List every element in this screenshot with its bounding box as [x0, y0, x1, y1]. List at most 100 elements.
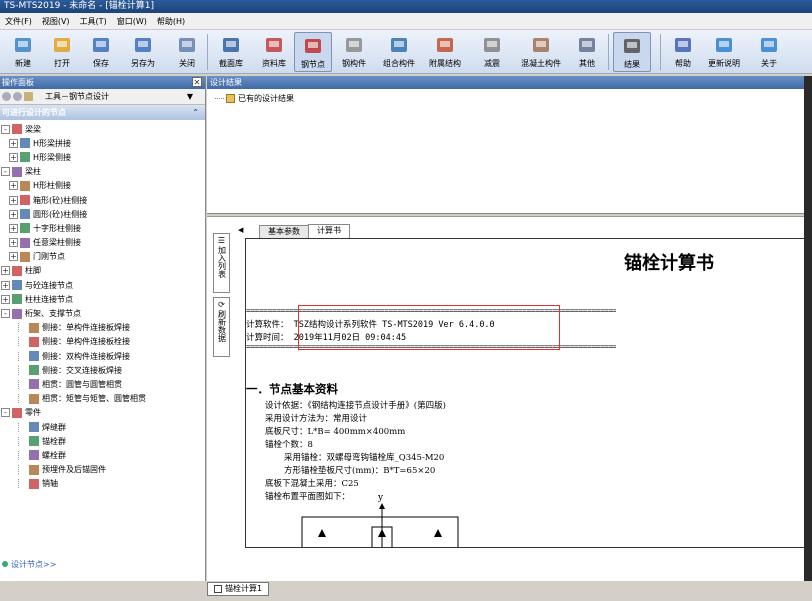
link-icon — [2, 561, 8, 567]
forward-icon[interactable] — [13, 92, 22, 101]
menu-view[interactable]: 视图(V) — [37, 13, 75, 30]
tree-item[interactable]: + H形梁拼接 — [0, 136, 205, 150]
toolbar-steel-member-button[interactable]: 钢构件 — [335, 32, 373, 72]
toolbar-saveas-button[interactable]: 另存为 — [124, 32, 162, 72]
collapse-icon[interactable]: - — [1, 309, 10, 319]
section-heading: 一．节点基本资料 — [246, 382, 338, 396]
toolbar-concrete-button[interactable]: 混凝土构件 — [515, 32, 567, 72]
toolbar-label: 钢构件 — [342, 59, 366, 68]
menu-window[interactable]: 窗口(W) — [112, 13, 152, 30]
node-type-icon — [20, 180, 30, 191]
tree-item[interactable]: + 圆形(砼)柱侧接 — [0, 207, 205, 221]
tree-item[interactable]: - 桁架、支撑节点 — [0, 306, 205, 320]
expand-icon[interactable]: + — [9, 209, 18, 219]
menu-help[interactable]: 帮助(H) — [152, 13, 190, 30]
tree-line — [18, 479, 27, 489]
tab-basic-params[interactable]: 基本参数 — [259, 225, 309, 238]
node-type-icon — [12, 308, 22, 319]
tree-item[interactable]: 螺栓群 — [0, 448, 205, 462]
tree-item[interactable]: 预埋件及后锚固件 — [0, 463, 205, 477]
tree-item[interactable]: 焊缝群 — [0, 420, 205, 434]
add-to-list-button[interactable]: ☰ 加入列表 — [213, 233, 230, 293]
expand-icon[interactable]: + — [9, 195, 18, 205]
expand-icon[interactable]: + — [9, 223, 18, 233]
tree-item[interactable]: 侧接：交叉连接板焊接 — [0, 363, 205, 377]
menu-file[interactable]: 文件(F) — [0, 13, 37, 30]
tree-item-label: 柱脚 — [25, 266, 41, 276]
toolbar-result-button[interactable]: 结果 — [613, 32, 651, 72]
body-line: 采用锚栓：双螺母弯钩锚栓库_Q345-M20 — [284, 453, 445, 463]
toolbar-help-button[interactable]: 帮助 — [664, 32, 702, 72]
toolbar-attached-button[interactable]: 附属结构 — [426, 32, 464, 72]
expand-icon[interactable]: + — [9, 152, 18, 162]
node-type-icon — [20, 237, 30, 248]
node-type-icon — [29, 365, 39, 376]
tree-item-label: 门刚节点 — [33, 252, 65, 262]
toolbar-about-button[interactable]: 关于 — [750, 32, 788, 72]
node-type-icon — [12, 407, 22, 418]
node-type-icon — [12, 124, 22, 135]
expand-icon[interactable]: + — [9, 238, 18, 248]
node-type-icon — [29, 322, 39, 333]
collapse-icon[interactable]: - — [1, 124, 10, 134]
toolbar-label: 附属结构 — [429, 59, 461, 68]
refresh-data-button[interactable]: ⟳ 刷新数据 — [213, 297, 230, 357]
expand-icon[interactable]: + — [1, 294, 10, 304]
menu-tools[interactable]: 工具(T) — [75, 13, 112, 30]
toolbar-new-button[interactable]: 新建 — [4, 32, 42, 72]
expand-icon[interactable]: + — [9, 181, 18, 191]
toolbar-other-button[interactable]: 其他 — [568, 32, 606, 72]
body-line: 底板下混凝土采用：C25 — [265, 479, 359, 489]
damping-icon — [481, 34, 503, 56]
results-item[interactable]: 已有的设计结果 — [215, 93, 812, 104]
toolbar-data-lib-button[interactable]: 资料库 — [255, 32, 293, 72]
collapse-icon[interactable]: - — [1, 167, 10, 177]
tree-item[interactable]: + 门刚节点 — [0, 250, 205, 264]
chevron-down-icon[interactable]: ▼ — [187, 92, 193, 101]
toolbar-open-button[interactable]: 打开 — [43, 32, 81, 72]
tree-item[interactable]: + 十字形柱侧接 — [0, 221, 205, 235]
tree-item[interactable]: + 与砼连接节点 — [0, 278, 205, 292]
expand-icon[interactable]: + — [9, 138, 18, 148]
tree-item[interactable]: + H形柱侧接 — [0, 179, 205, 193]
tree-item[interactable]: - 梁梁 — [0, 122, 205, 136]
back-icon[interactable] — [2, 92, 11, 101]
tree-item[interactable]: + H形梁侧接 — [0, 150, 205, 164]
tab-calc-report[interactable]: 计算书 — [308, 224, 350, 238]
tree-item[interactable]: 相贯：矩管与矩管、圆管相贯 — [0, 392, 205, 406]
tree-item[interactable]: 侧接：单构件连接板栓接 — [0, 335, 205, 349]
tree-item[interactable]: - 梁柱 — [0, 165, 205, 179]
refresh-data-label: 刷新数据 — [217, 310, 227, 342]
tree-item-label: 侧接：交叉连接板焊接 — [42, 365, 122, 375]
toolbar-section-lib-button[interactable]: 截面库 — [212, 32, 250, 72]
toolbar-steel-node-button[interactable]: 钢节点 — [294, 32, 332, 72]
close-icon[interactable]: ✕ — [192, 77, 202, 87]
collapse-icon[interactable]: ⌃ — [192, 105, 199, 120]
home-icon[interactable] — [24, 92, 33, 101]
toolbar-damping-button[interactable]: 减震 — [473, 32, 511, 72]
tree-item[interactable]: 侧接：单构件连接板焊接 — [0, 321, 205, 335]
tree-item[interactable]: 相贯：圆管与圆管相贯 — [0, 377, 205, 391]
tree-item[interactable]: - 零件 — [0, 406, 205, 420]
tab-left-arrow-icon[interactable]: ◀ — [238, 226, 243, 234]
toolbar-update-button[interactable]: 更新说明 — [705, 32, 743, 72]
tree-item[interactable]: 锚栓群 — [0, 434, 205, 448]
tree-item[interactable]: + 任意梁柱侧接 — [0, 236, 205, 250]
tree-item[interactable]: 销轴 — [0, 477, 205, 491]
design-node-link[interactable]: 设计节点>> — [0, 558, 206, 572]
bottom-doc-tab[interactable]: 锚栓计算1 — [207, 582, 270, 596]
tree-item[interactable]: + 柱柱连接节点 — [0, 292, 205, 306]
toolbar-composite-button[interactable]: 组合构件 — [380, 32, 418, 72]
toolbar-separator — [660, 34, 661, 70]
collapse-icon[interactable]: - — [1, 408, 10, 418]
node-type-icon — [20, 209, 30, 220]
expand-icon[interactable]: + — [1, 280, 10, 290]
results-item-label: 已有的设计结果 — [238, 94, 294, 103]
tree-item[interactable]: + 箱形(砼)柱侧接 — [0, 193, 205, 207]
expand-icon[interactable]: + — [1, 266, 10, 276]
expand-icon[interactable]: + — [9, 252, 18, 262]
tree-item[interactable]: 侧接：双构件连接板焊接 — [0, 349, 205, 363]
toolbar-close-button[interactable]: 关闭 — [168, 32, 206, 72]
toolbar-save-button[interactable]: 保存 — [82, 32, 120, 72]
tree-item[interactable]: + 柱脚 — [0, 264, 205, 278]
